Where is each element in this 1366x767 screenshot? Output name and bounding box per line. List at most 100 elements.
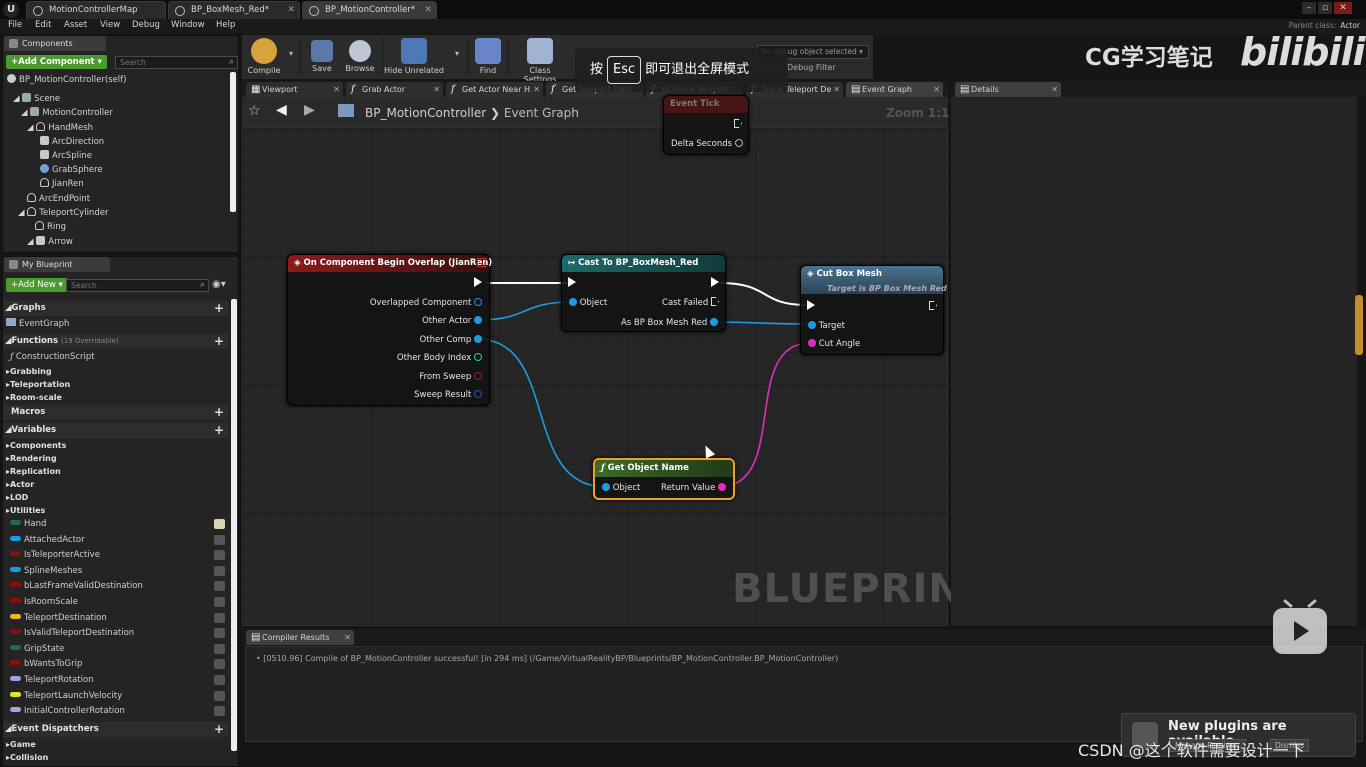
delegate-pin-icon[interactable] bbox=[477, 258, 486, 267]
eye-icon[interactable] bbox=[214, 550, 225, 561]
close-window-button[interactable]: ✕ bbox=[1334, 2, 1352, 14]
exec-out-pin[interactable] bbox=[711, 277, 719, 291]
pin-sweep-result[interactable]: Sweep Result bbox=[414, 388, 482, 402]
pin-object[interactable]: Object bbox=[569, 296, 607, 310]
tree-item-grabsphere[interactable]: GrabSphere bbox=[40, 163, 103, 177]
pin-from-sweep[interactable]: From Sweep bbox=[419, 370, 482, 384]
eye-icon[interactable] bbox=[214, 675, 225, 685]
variables-section[interactable]: ◢Variables + bbox=[3, 423, 228, 438]
variable-item[interactable]: SplineMeshes bbox=[10, 564, 225, 579]
pin-target[interactable]: Target bbox=[808, 319, 845, 333]
save-button[interactable]: Save bbox=[306, 35, 338, 79]
tree-item-arcendpoint[interactable]: ArcEndPoint bbox=[27, 192, 90, 206]
variable-item[interactable]: bLastFrameValidDestination bbox=[10, 579, 225, 594]
node-cast-to-boxmesh[interactable]: ↦ Cast To BP_BoxMesh_Red Object Cast Fai… bbox=[561, 254, 726, 332]
add-component-button[interactable]: +Add Component ▾ bbox=[6, 55, 107, 69]
tree-item-handmesh[interactable]: ◢ HandMesh bbox=[27, 121, 93, 135]
variable-item[interactable]: IsTeleporterActive bbox=[10, 548, 225, 563]
pin-other-comp[interactable]: Other Comp bbox=[420, 333, 482, 347]
variable-item[interactable]: TeleportDestination bbox=[10, 611, 225, 626]
breadcrumb-leaf[interactable]: Event Graph bbox=[504, 106, 579, 120]
eye-icon[interactable] bbox=[214, 597, 225, 607]
maximize-button[interactable]: ▫ bbox=[1318, 2, 1332, 14]
close-icon[interactable]: ✕ bbox=[333, 82, 340, 97]
pin-overlapped-component[interactable]: Overlapped Component bbox=[370, 296, 482, 310]
tree-item-ring[interactable]: Ring bbox=[35, 220, 66, 234]
add-new-button[interactable]: +Add New ▾ bbox=[6, 278, 68, 292]
my-blueprint-tab[interactable]: My Blueprint bbox=[4, 257, 110, 272]
menu-view[interactable]: View bbox=[100, 20, 120, 30]
add-variable-icon[interactable]: + bbox=[214, 423, 224, 438]
dispatcher-category[interactable]: ▸Collision bbox=[6, 751, 48, 764]
tab-compiler-results[interactable]: ▤ Compiler Results ✕ bbox=[246, 630, 354, 645]
find-button[interactable]: Find bbox=[472, 35, 504, 79]
variable-item[interactable]: AttachedActor bbox=[10, 533, 225, 548]
tree-item-motioncontroller[interactable]: ◢ MotionController bbox=[21, 106, 113, 120]
variable-category[interactable]: ▸LOD bbox=[6, 491, 28, 504]
minimize-button[interactable]: – bbox=[1302, 2, 1316, 14]
pin-delta-seconds[interactable]: Delta Seconds bbox=[671, 137, 743, 151]
exec-out-pin[interactable] bbox=[474, 277, 482, 291]
variable-item[interactable]: Hand bbox=[10, 517, 225, 532]
function-category[interactable]: ▸Grabbing bbox=[6, 365, 52, 378]
browse-button[interactable]: Browse bbox=[342, 35, 378, 79]
node-get-object-name[interactable]: ƒ Get Object Name Object Return Value bbox=[593, 458, 735, 500]
variable-item[interactable]: TeleportLaunchVelocity bbox=[10, 689, 225, 704]
exec-in-pin[interactable] bbox=[568, 277, 576, 291]
tab-grab-actor[interactable]: f Grab Actor ✕ bbox=[346, 82, 443, 97]
node-event-tick[interactable]: Event Tick Delta Seconds bbox=[663, 95, 749, 155]
graph-item-eventgraph[interactable]: EventGraph bbox=[6, 317, 69, 332]
star-icon[interactable]: ☆ bbox=[248, 103, 261, 119]
close-icon[interactable]: ✕ bbox=[533, 82, 540, 97]
tab-get-actor-near-hand[interactable]: f Get Actor Near H ✕ bbox=[446, 82, 543, 97]
menu-window[interactable]: Window bbox=[171, 20, 205, 30]
variable-item[interactable]: bWantsToGrip bbox=[10, 657, 225, 672]
class-settings-button[interactable]: Class Settings bbox=[512, 35, 568, 84]
variable-category[interactable]: ▸Utilities bbox=[6, 504, 45, 517]
node-begin-overlap[interactable]: ◈ On Component Begin Overlap (JianRen) O… bbox=[287, 254, 492, 406]
eye-icon[interactable] bbox=[214, 534, 225, 545]
tree-item-jianren[interactable]: JianRen bbox=[40, 177, 84, 191]
parent-class-value[interactable]: Actor bbox=[1340, 21, 1360, 30]
doc-tab-boxmesh[interactable]: BP_BoxMesh_Red* ✕ bbox=[168, 1, 300, 19]
function-item[interactable]: ƒ ConstructionScript bbox=[10, 350, 95, 365]
close-icon[interactable]: ✕ bbox=[344, 630, 351, 645]
hide-unrelated-button[interactable]: Hide Unrelated bbox=[384, 35, 444, 79]
variable-item[interactable]: IsRoomScale bbox=[10, 595, 225, 610]
tree-item-teleportcylinder[interactable]: ◢ TeleportCylinder bbox=[18, 206, 108, 220]
menu-asset[interactable]: Asset bbox=[64, 20, 87, 30]
play-button[interactable] bbox=[1273, 599, 1327, 654]
components-scrollbar[interactable] bbox=[230, 72, 236, 212]
menu-file[interactable]: File bbox=[8, 20, 22, 30]
close-icon[interactable]: ✕ bbox=[1051, 82, 1058, 97]
variable-item[interactable]: InitialControllerRotation bbox=[10, 704, 225, 719]
hide-unrelated-chevron-icon[interactable]: ▾ bbox=[452, 35, 462, 79]
pin-return-value[interactable]: Return Value bbox=[661, 481, 726, 495]
close-icon[interactable]: ✕ bbox=[424, 2, 432, 19]
tab-event-graph[interactable]: ▤ Event Graph ✕ bbox=[846, 82, 943, 97]
close-icon[interactable]: ✕ bbox=[433, 82, 440, 97]
tab-details[interactable]: ▤ Details ✕ bbox=[955, 82, 1061, 97]
add-function-icon[interactable]: + bbox=[214, 334, 224, 349]
tree-item-arrow[interactable]: ◢ Arrow bbox=[27, 235, 73, 249]
pin-other-actor[interactable]: Other Actor bbox=[422, 314, 482, 328]
forward-arrow-icon[interactable]: ▶ bbox=[304, 102, 315, 118]
eye-icon[interactable] bbox=[214, 690, 225, 701]
pin-other-body-index[interactable]: Other Body Index bbox=[397, 351, 482, 365]
variable-category[interactable]: ▸Replication bbox=[6, 465, 61, 478]
close-icon[interactable]: ✕ bbox=[833, 82, 840, 97]
blueprint-scrollbar[interactable] bbox=[231, 299, 237, 751]
exec-out-pin[interactable] bbox=[734, 118, 742, 132]
node-cut-box-mesh[interactable]: ◈ Cut Box Mesh Target is BP Box Mesh Red… bbox=[800, 265, 947, 355]
variable-item[interactable]: GripState bbox=[10, 642, 225, 657]
tab-viewport[interactable]: ▦ Viewport ✕ bbox=[246, 82, 343, 97]
pin-object[interactable]: Object bbox=[602, 481, 640, 495]
pin-as-bp-box-mesh-red[interactable]: As BP Box Mesh Red bbox=[621, 316, 718, 330]
menu-debug[interactable]: Debug bbox=[132, 20, 160, 30]
function-category[interactable]: ▸Teleportation bbox=[6, 378, 70, 391]
details-scrollbar[interactable] bbox=[1355, 295, 1363, 355]
tree-item-arcspline[interactable]: ArcSpline bbox=[40, 149, 92, 163]
variable-category[interactable]: ▸Rendering bbox=[6, 452, 57, 465]
tree-item-arcdirection[interactable]: ArcDirection bbox=[40, 135, 104, 149]
eye-icon[interactable] bbox=[214, 659, 225, 670]
